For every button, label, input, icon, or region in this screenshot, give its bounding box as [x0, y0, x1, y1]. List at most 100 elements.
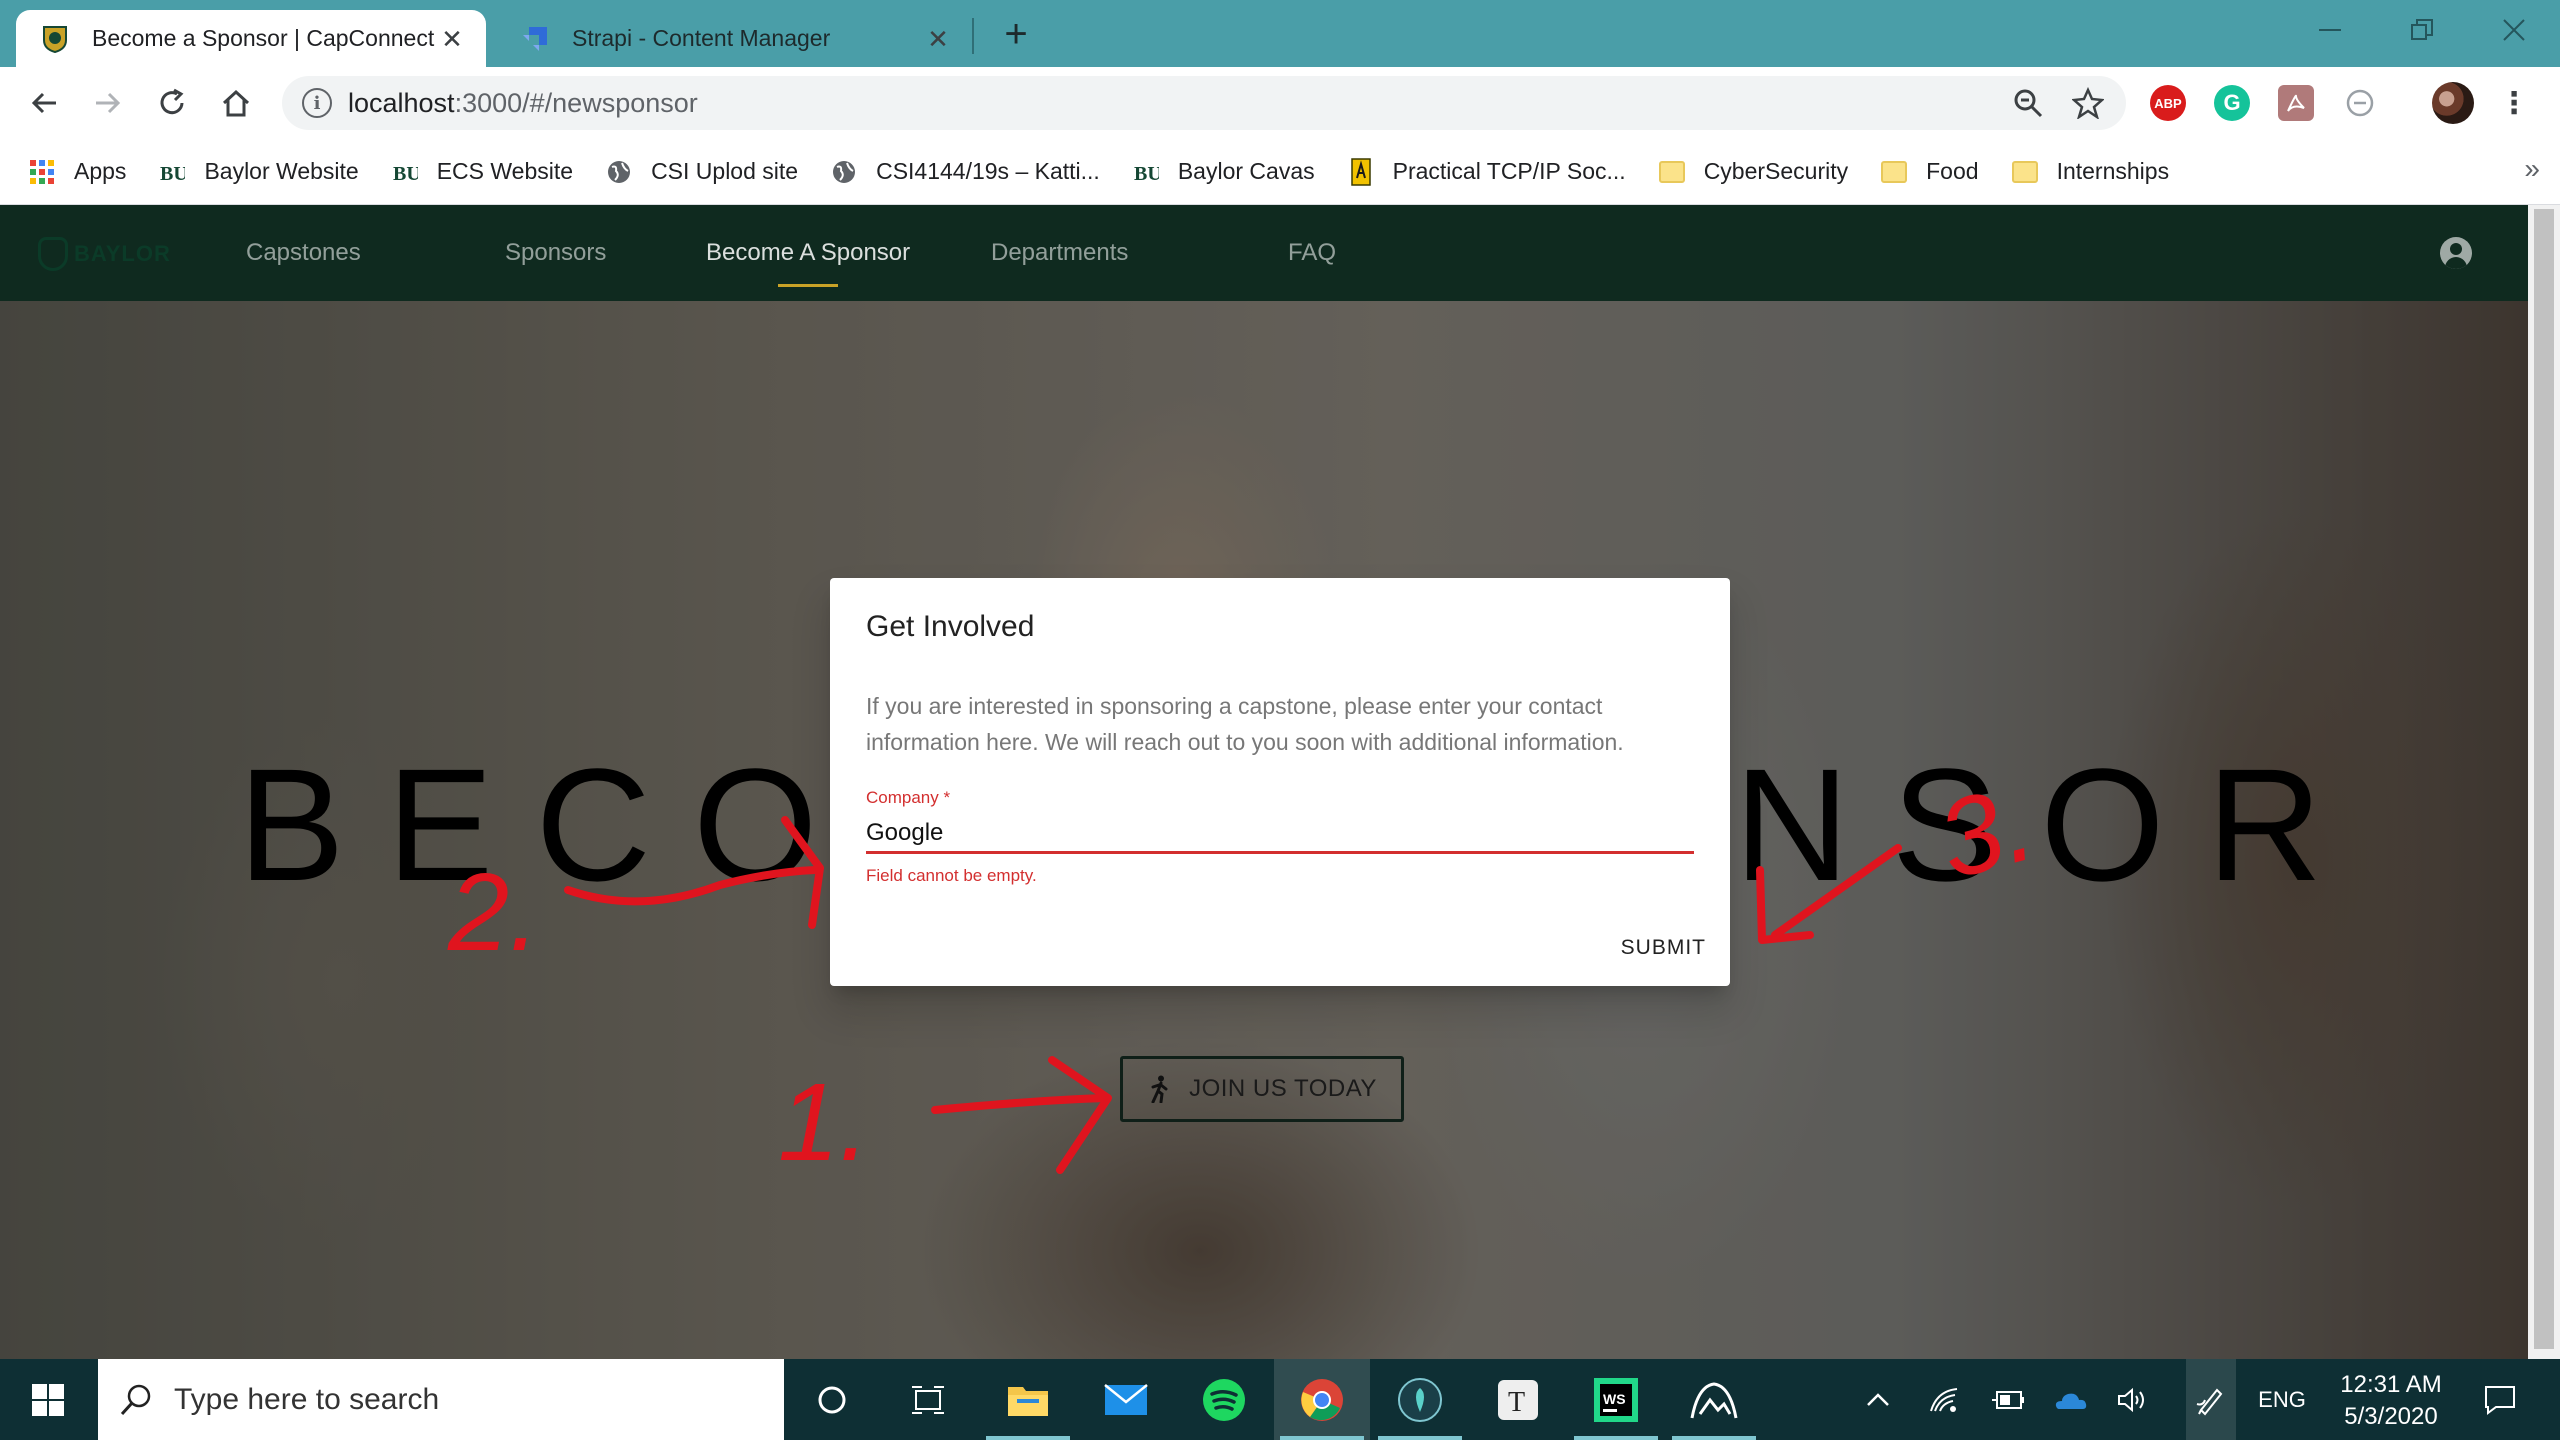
spotify-icon[interactable]	[1176, 1359, 1272, 1440]
site-info-icon[interactable]: i	[302, 88, 332, 118]
nav-faq[interactable]: FAQ	[1288, 205, 1336, 301]
nav-departments[interactable]: Departments	[991, 205, 1128, 301]
cortana-icon[interactable]	[784, 1359, 880, 1440]
webstorm-icon[interactable]: WS	[1568, 1359, 1664, 1440]
network-icon[interactable]	[1922, 1359, 1966, 1440]
onedrive-icon[interactable]	[2048, 1359, 2092, 1440]
back-arrow-icon[interactable]	[20, 79, 68, 127]
input-language-indicator[interactable]: ENG	[2250, 1359, 2314, 1440]
close-window-icon[interactable]	[2468, 0, 2560, 60]
system-clock[interactable]: 12:31 AM 5/3/2020	[2316, 1369, 2466, 1433]
bookmark-label: Apps	[74, 158, 127, 184]
bookmark-label: Baylor Cavas	[1177, 158, 1315, 184]
baylor-bu-icon: BU	[391, 158, 419, 186]
bookmark-baylor-website[interactable]: BU Baylor Website	[158, 158, 358, 186]
company-field-label: Company *	[866, 788, 951, 807]
bookmark-practical-tcpip[interactable]: Practical TCP/IP Soc...	[1347, 157, 1626, 186]
pen-workspace-icon[interactable]	[2186, 1359, 2236, 1440]
company-input[interactable]	[866, 814, 1694, 854]
address-bar[interactable]: i localhost:3000/#/newsponsor	[282, 76, 2126, 130]
show-hidden-icons-chevron-icon[interactable]	[1858, 1359, 1898, 1440]
baylor-logo[interactable]: BAYLOR	[38, 237, 171, 271]
apps-grid-icon	[28, 158, 56, 186]
globe-icon	[605, 158, 633, 186]
nav-sponsors[interactable]: Sponsors	[505, 205, 606, 301]
bookmark-label: Internships	[2056, 158, 2170, 184]
hero-title-right: NSOR	[1734, 735, 2365, 914]
svg-text:BU: BU	[393, 163, 418, 185]
close-tab-icon[interactable]: ✕	[438, 25, 466, 53]
file-explorer-icon[interactable]	[980, 1359, 1076, 1440]
bookmark-ecs-website[interactable]: BU ECS Website	[391, 158, 573, 186]
bookmark-label: ECS Website	[436, 158, 574, 184]
bookmark-label: CyberSecurity	[1703, 158, 1849, 184]
get-involved-dialog: Get Involved If you are interested in sp…	[830, 578, 1730, 986]
battery-icon[interactable]	[1986, 1359, 2030, 1440]
reload-icon[interactable]	[148, 79, 196, 127]
mail-icon[interactable]	[1078, 1359, 1174, 1440]
windows-taskbar: Type here to search T WS ENG 12:31 AM 5/…	[0, 1359, 2560, 1440]
browser-toolbar: i localhost:3000/#/newsponsor ABP G ⋮	[0, 67, 2560, 139]
more-bookmarks-chevron-icon[interactable]: »	[2524, 153, 2540, 185]
grammarly-icon[interactable]: G	[2214, 85, 2250, 121]
task-view-icon[interactable]	[880, 1359, 976, 1440]
volume-icon[interactable]	[2112, 1359, 2156, 1440]
bookmark-baylor-cavas[interactable]: BU Baylor Cavas	[1132, 158, 1315, 186]
clock-time: 12:31 AM	[2340, 1371, 2442, 1398]
bookmark-folder-cybersecurity[interactable]: CyberSecurity	[1658, 158, 1848, 186]
gitkraken-icon[interactable]	[1372, 1359, 1468, 1440]
bookmark-apps[interactable]: Apps	[28, 158, 126, 186]
home-icon[interactable]	[212, 79, 260, 127]
svg-text:BU: BU	[1134, 163, 1159, 185]
baylor-shield-icon	[38, 237, 68, 271]
bookmarks-bar: Apps BU Baylor Website BU ECS Website CS…	[0, 139, 2560, 205]
active-nav-underline	[778, 284, 839, 287]
windows-start-icon[interactable]	[0, 1359, 96, 1440]
bookmark-folder-food[interactable]: Food	[1880, 158, 1979, 186]
restore-window-icon[interactable]	[2376, 0, 2468, 60]
close-tab-icon[interactable]: ✕	[924, 25, 952, 53]
baylor-bear-favicon-icon	[40, 24, 70, 54]
tab-strapi[interactable]: Strapi - Content Manager ✕	[496, 10, 972, 67]
bookmark-folder-internships[interactable]: Internships	[2011, 158, 2170, 186]
globe-icon	[830, 158, 858, 186]
photos-icon[interactable]	[1666, 1359, 1762, 1440]
bookmark-star-icon[interactable]	[2066, 81, 2110, 125]
search-icon	[116, 1380, 156, 1420]
menu-kebab-icon[interactable]: ⋮	[2496, 85, 2532, 121]
zoom-icon[interactable]	[2006, 81, 2050, 125]
bookmark-label: Baylor Website	[204, 158, 359, 184]
account-circle-icon[interactable]	[2440, 237, 2472, 269]
page-scrollbar[interactable]	[2528, 205, 2560, 1359]
minimize-window-icon[interactable]	[2284, 0, 2376, 60]
adblock-plus-icon[interactable]: ABP	[2150, 85, 2186, 121]
submit-button[interactable]: SUBMIT	[1621, 930, 1706, 966]
bookmark-label: Food	[1926, 158, 1979, 184]
block-extension-icon[interactable]	[2342, 85, 2378, 121]
action-center-icon[interactable]	[2470, 1359, 2530, 1440]
bookmark-csi-uplod-site[interactable]: CSI Uplod site	[605, 158, 798, 186]
join-button-label: JOIN US TODAY	[1189, 1075, 1377, 1102]
logo-text: BAYLOR	[74, 241, 171, 266]
nav-capstones[interactable]: Capstones	[246, 205, 361, 301]
nav-become-a-sponsor[interactable]: Become A Sponsor	[706, 205, 910, 301]
scrollbar-thumb[interactable]	[2534, 209, 2554, 1349]
svg-text:WS: WS	[1603, 1391, 1626, 1407]
bookmark-label: Practical TCP/IP Soc...	[1392, 158, 1626, 184]
profile-avatar[interactable]	[2432, 82, 2474, 124]
typora-icon[interactable]: T	[1470, 1359, 1566, 1440]
strapi-favicon-icon	[520, 24, 550, 54]
url-text[interactable]: localhost:3000/#/newsponsor	[348, 88, 2006, 119]
bookmark-csi4144[interactable]: CSI4144/19s – Katti...	[830, 158, 1100, 186]
tab-separator	[972, 18, 974, 54]
folder-icon	[1658, 158, 1686, 186]
acrobat-icon[interactable]	[2278, 85, 2314, 121]
chrome-taskbar-icon[interactable]	[1274, 1359, 1370, 1440]
join-us-today-button[interactable]: JOIN US TODAY	[1120, 1056, 1404, 1122]
forward-arrow-icon[interactable]	[84, 79, 132, 127]
baylor-bu-icon: BU	[1132, 158, 1160, 186]
taskbar-search-box[interactable]: Type here to search	[98, 1359, 784, 1440]
tab-become-a-sponsor[interactable]: Become a Sponsor | CapConnect ✕	[16, 10, 486, 67]
new-tab-button[interactable]: +	[994, 14, 1038, 58]
folder-icon	[1880, 158, 1908, 186]
